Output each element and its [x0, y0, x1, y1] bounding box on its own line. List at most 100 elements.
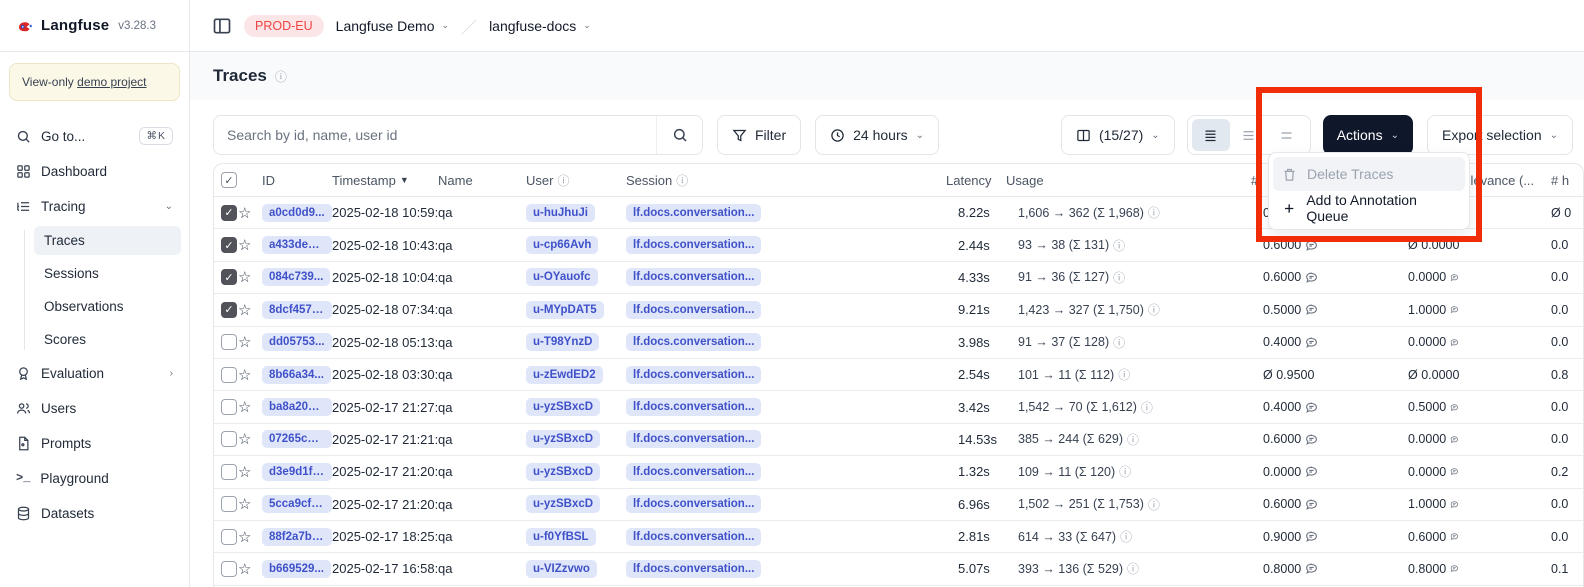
- trace-id-badge[interactable]: dd05753...: [262, 333, 332, 351]
- session-badge[interactable]: lf.docs.conversation...: [626, 463, 761, 481]
- trace-id-badge[interactable]: 8dcf4574...: [262, 301, 332, 319]
- star-icon[interactable]: ☆: [238, 398, 251, 416]
- star-icon[interactable]: ☆: [238, 204, 251, 222]
- sidebar-item-traces[interactable]: Traces: [34, 226, 181, 255]
- table-row[interactable]: ✓☆084c739...2025-02-18 10:04:33qau-OYauo…: [214, 262, 1583, 294]
- export-selection-button[interactable]: Export selection ⌄: [1427, 115, 1573, 155]
- row-checkbox[interactable]: [221, 431, 237, 447]
- table-row[interactable]: ☆5cca9cf2...2025-02-17 21:20:19qau-yzSBx…: [214, 489, 1583, 521]
- session-badge[interactable]: lf.docs.conversation...: [626, 268, 761, 286]
- row-checkbox[interactable]: [221, 334, 237, 350]
- header-usage[interactable]: Usage: [1006, 173, 1251, 188]
- row-checkbox[interactable]: ✓: [221, 269, 237, 285]
- table-row[interactable]: ☆b669529...2025-02-17 16:58:45qau-VIZzvw…: [214, 553, 1583, 585]
- header-name[interactable]: Name: [438, 173, 526, 188]
- session-badge[interactable]: lf.docs.conversation...: [626, 430, 761, 448]
- session-badge[interactable]: lf.docs.conversation...: [626, 366, 761, 384]
- select-all-checkbox[interactable]: ✓: [221, 172, 237, 188]
- sidebar-item-scores[interactable]: Scores: [34, 325, 181, 354]
- app-logo[interactable]: Langfuse v3.28.3: [0, 0, 189, 52]
- session-badge[interactable]: lf.docs.conversation...: [626, 333, 761, 351]
- session-badge[interactable]: lf.docs.conversation...: [626, 398, 761, 416]
- user-badge[interactable]: u-cp66Avh: [526, 236, 598, 254]
- header-relevance[interactable]: relevance (...: [1459, 173, 1551, 188]
- row-height-large-button[interactable]: [1268, 119, 1306, 151]
- star-icon[interactable]: ☆: [238, 528, 251, 546]
- header-id[interactable]: ID: [262, 173, 332, 188]
- trace-id-badge[interactable]: 8b66a34...: [262, 366, 331, 384]
- row-checkbox[interactable]: [221, 399, 237, 415]
- row-checkbox[interactable]: ✓: [221, 237, 237, 253]
- user-badge[interactable]: u-yzSBxcD: [526, 463, 600, 481]
- org-switcher[interactable]: Langfuse Demo ⌄: [336, 18, 449, 34]
- table-row[interactable]: ☆ba8a208f...2025-02-17 21:27:46qau-yzSBx…: [214, 391, 1583, 423]
- header-session[interactable]: Sessionⓘ: [626, 172, 946, 189]
- trace-id-badge[interactable]: ba8a208f...: [262, 398, 332, 416]
- trace-id-badge[interactable]: 07265c7a...: [262, 430, 332, 448]
- header-user[interactable]: Userⓘ: [526, 172, 626, 189]
- trace-id-badge[interactable]: 084c739...: [262, 268, 330, 286]
- user-badge[interactable]: u-yzSBxcD: [526, 398, 600, 416]
- session-badge[interactable]: lf.docs.conversation...: [626, 236, 761, 254]
- star-icon[interactable]: ☆: [238, 495, 251, 513]
- session-badge[interactable]: lf.docs.conversation...: [626, 495, 761, 513]
- star-icon[interactable]: ☆: [238, 268, 251, 286]
- header-latency[interactable]: Latency: [946, 173, 1006, 188]
- header-timestamp[interactable]: Timestamp▼: [332, 173, 438, 188]
- user-badge[interactable]: u-OYauofc: [526, 268, 598, 286]
- star-icon[interactable]: ☆: [238, 560, 251, 578]
- trace-id-badge[interactable]: a433de51...: [262, 236, 332, 254]
- search-submit-button[interactable]: [656, 116, 702, 154]
- trace-id-badge[interactable]: 88f2a7b0...: [262, 528, 332, 546]
- sidebar-item-observations[interactable]: Observations: [34, 292, 181, 321]
- row-height-small-button[interactable]: [1192, 119, 1230, 151]
- user-badge[interactable]: u-VIZzvwo: [526, 560, 597, 578]
- user-badge[interactable]: u-MYpDAT5: [526, 301, 604, 319]
- time-range-button[interactable]: 24 hours ⌄: [815, 115, 939, 155]
- trace-id-badge[interactable]: a0cd0d9...: [262, 204, 332, 222]
- row-checkbox[interactable]: [221, 367, 237, 383]
- row-checkbox[interactable]: [221, 464, 237, 480]
- sidebar-item-dashboard[interactable]: Dashboard: [8, 156, 181, 186]
- row-checkbox[interactable]: [221, 561, 237, 577]
- star-icon[interactable]: ☆: [238, 236, 251, 254]
- star-icon[interactable]: ☆: [238, 301, 251, 319]
- user-badge[interactable]: u-zEwdED2: [526, 366, 603, 384]
- trace-id-badge[interactable]: d3e9d1f2...: [262, 463, 332, 481]
- info-icon[interactable]: ⓘ: [275, 68, 287, 85]
- menu-item-delete-traces[interactable]: Delete Traces: [1273, 157, 1465, 191]
- sidebar-item-playground[interactable]: >_ Playground: [8, 463, 181, 493]
- star-icon[interactable]: ☆: [238, 430, 251, 448]
- session-badge[interactable]: lf.docs.conversation...: [626, 301, 761, 319]
- trace-id-badge[interactable]: 5cca9cf2...: [262, 495, 332, 513]
- table-row[interactable]: ☆d3e9d1f2...2025-02-17 21:20:21qau-yzSBx…: [214, 456, 1583, 488]
- star-icon[interactable]: ☆: [238, 333, 251, 351]
- sidebar-item-datasets[interactable]: Datasets: [8, 498, 181, 528]
- table-row[interactable]: ☆07265c7a...2025-02-17 21:21:43qau-yzSBx…: [214, 424, 1583, 456]
- row-checkbox[interactable]: [221, 529, 237, 545]
- panel-toggle-icon[interactable]: [212, 16, 232, 36]
- menu-item-add-to-annotation-queue[interactable]: Add to Annotation Queue: [1273, 191, 1465, 225]
- table-row[interactable]: ☆88f2a7b0...2025-02-17 18:25:26qau-f0YfB…: [214, 521, 1583, 553]
- filter-button[interactable]: Filter: [717, 115, 801, 155]
- row-checkbox[interactable]: [221, 496, 237, 512]
- sidebar-item-evaluation[interactable]: Evaluation ›: [8, 358, 181, 388]
- project-switcher[interactable]: langfuse-docs ⌄: [489, 18, 591, 34]
- row-height-medium-button[interactable]: [1230, 119, 1268, 151]
- actions-button[interactable]: Actions ⌄: [1323, 115, 1413, 155]
- user-badge[interactable]: u-huJhuJi: [526, 204, 595, 222]
- star-icon[interactable]: ☆: [238, 463, 251, 481]
- row-checkbox[interactable]: ✓: [221, 205, 237, 221]
- trace-id-badge[interactable]: b669529...: [262, 560, 331, 578]
- sidebar-item-tracing[interactable]: Tracing ⌄: [8, 191, 181, 221]
- sidebar-item-users[interactable]: Users: [8, 393, 181, 423]
- goto-search[interactable]: Go to... ⌘K: [8, 121, 181, 151]
- table-row[interactable]: ✓☆8dcf4574...2025-02-18 07:34:36qau-MYpD…: [214, 294, 1583, 326]
- session-badge[interactable]: lf.docs.conversation...: [626, 528, 761, 546]
- star-icon[interactable]: ☆: [238, 366, 251, 384]
- user-badge[interactable]: u-yzSBxcD: [526, 430, 600, 448]
- user-badge[interactable]: u-f0YfBSL: [526, 528, 596, 546]
- table-row[interactable]: ✓☆a433de51...2025-02-18 10:43:39qau-cp66…: [214, 229, 1583, 261]
- user-badge[interactable]: u-yzSBxcD: [526, 495, 600, 513]
- sidebar-item-prompts[interactable]: Prompts: [8, 428, 181, 458]
